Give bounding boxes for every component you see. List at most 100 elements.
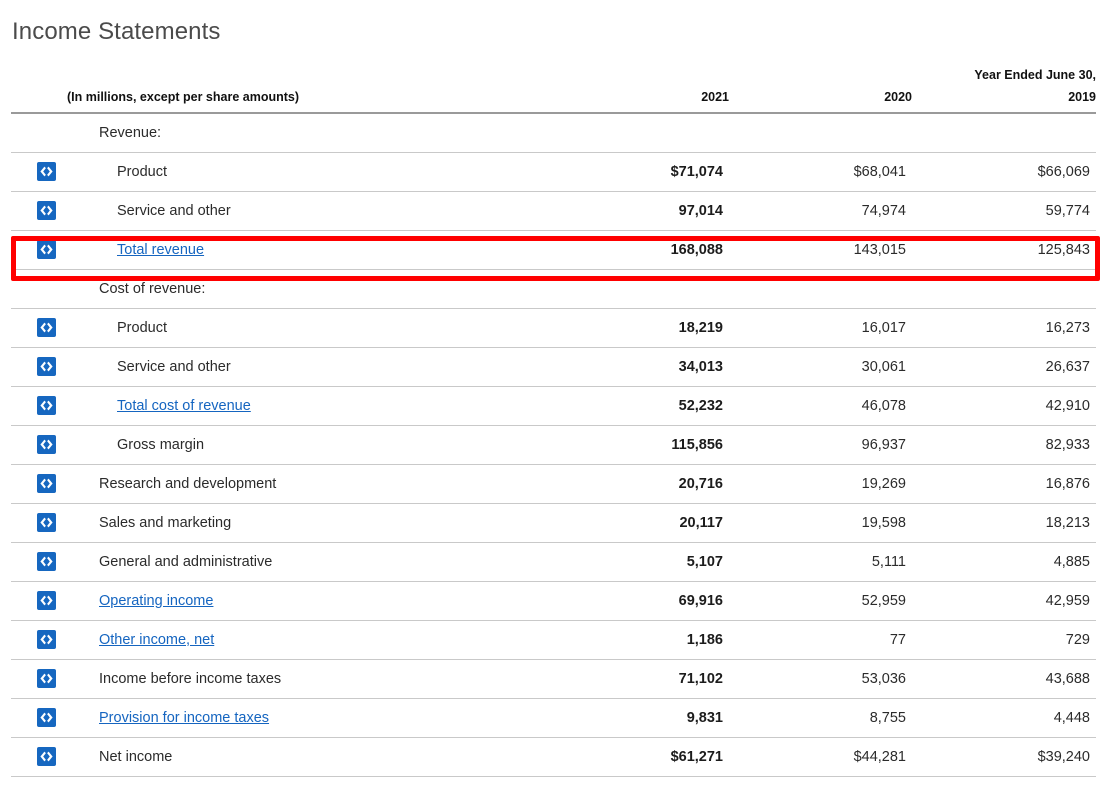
- row-value-2020: 5,111: [729, 542, 912, 581]
- row-value-2020: 96,937: [729, 425, 912, 464]
- row-icon-cell: [11, 191, 67, 230]
- row-value-2019: 16,876: [912, 464, 1096, 503]
- row-label-cell: Other income, net: [67, 620, 546, 659]
- spacer-cell: [11, 88, 67, 113]
- code-icon[interactable]: [37, 747, 56, 766]
- row-value-2019: $66,069: [912, 152, 1096, 191]
- row-label-cell: General and administrative: [67, 542, 546, 581]
- row-value-2020: 30,061: [729, 347, 912, 386]
- row-label[interactable]: Operating income: [99, 593, 213, 609]
- row-icon-cell: [11, 308, 67, 347]
- row-value-2021: 34,013: [546, 347, 729, 386]
- code-icon[interactable]: [37, 240, 56, 259]
- row-value-2021: 97,014: [546, 191, 729, 230]
- code-icon[interactable]: [37, 474, 56, 493]
- code-icon[interactable]: [37, 513, 56, 532]
- row-label: Product: [117, 320, 167, 336]
- column-header-2021: 2021: [546, 88, 729, 113]
- row-value-2020: [729, 113, 912, 152]
- row-value-2019: 82,933: [912, 425, 1096, 464]
- row-value-2020: $68,041: [729, 152, 912, 191]
- row-label: General and administrative: [99, 554, 272, 570]
- period-header-label: Year Ended June 30,: [912, 68, 1096, 88]
- income-statements-page: Income Statements Year Ended June 30, (I…: [0, 0, 1109, 789]
- code-icon[interactable]: [37, 708, 56, 727]
- code-icon[interactable]: [37, 591, 56, 610]
- table-row: Product$71,074$68,041$66,069: [11, 152, 1096, 191]
- row-value-2020: 16,017: [729, 308, 912, 347]
- table-row: Service and other97,01474,97459,774: [11, 191, 1096, 230]
- row-value-2020: 77: [729, 620, 912, 659]
- row-value-2019: 18,213: [912, 503, 1096, 542]
- row-value-2019: 59,774: [912, 191, 1096, 230]
- table-row: Service and other 34,01330,06126,637: [11, 347, 1096, 386]
- code-icon[interactable]: [37, 552, 56, 571]
- income-statement-table: Year Ended June 30, (In millions, except…: [11, 68, 1096, 777]
- code-icon[interactable]: [37, 435, 56, 454]
- code-icon[interactable]: [37, 396, 56, 415]
- row-value-2021: 52,232: [546, 386, 729, 425]
- table-row: Other income, net1,18677729: [11, 620, 1096, 659]
- table-row: Income before income taxes71,10253,03643…: [11, 659, 1096, 698]
- row-label: Revenue:: [99, 125, 161, 141]
- code-icon[interactable]: [37, 318, 56, 337]
- row-label[interactable]: Total cost of revenue: [117, 398, 251, 414]
- row-value-2019: 42,959: [912, 581, 1096, 620]
- row-label: Income before income taxes: [99, 671, 281, 687]
- table-row: Product18,21916,01716,273: [11, 308, 1096, 347]
- spacer-cell: [11, 68, 67, 88]
- code-icon[interactable]: [37, 201, 56, 220]
- row-label[interactable]: Provision for income taxes: [99, 710, 269, 726]
- row-value-2019: 42,910: [912, 386, 1096, 425]
- row-icon-cell: [11, 542, 67, 581]
- code-icon[interactable]: [37, 357, 56, 376]
- row-icon-cell: [11, 347, 67, 386]
- row-label-cell: Net income: [67, 737, 546, 776]
- table-body: Revenue:Product$71,074$68,041$66,069Serv…: [11, 113, 1096, 776]
- row-icon-cell: [11, 425, 67, 464]
- spacer-cell: [67, 68, 546, 88]
- code-icon[interactable]: [37, 162, 56, 181]
- row-value-2021: 69,916: [546, 581, 729, 620]
- row-label-cell: Sales and marketing: [67, 503, 546, 542]
- row-label: Research and development: [99, 476, 276, 492]
- income-statement-table-wrapper: Year Ended June 30, (In millions, except…: [0, 68, 1109, 777]
- row-icon-cell: [11, 581, 67, 620]
- row-label-cell: Income before income taxes: [67, 659, 546, 698]
- code-icon[interactable]: [37, 669, 56, 688]
- row-label-cell: Product: [67, 152, 546, 191]
- row-label-cell: Cost of revenue:: [67, 269, 546, 308]
- row-icon-cell: [11, 737, 67, 776]
- row-value-2020: 19,598: [729, 503, 912, 542]
- row-label-cell: Product: [67, 308, 546, 347]
- code-icon[interactable]: [37, 630, 56, 649]
- row-icon-cell: [11, 698, 67, 737]
- row-label: Service and other: [117, 359, 231, 375]
- row-value-2019: 26,637: [912, 347, 1096, 386]
- row-value-2020: 53,036: [729, 659, 912, 698]
- row-icon-cell: [11, 464, 67, 503]
- row-value-2021: 168,088: [546, 230, 729, 269]
- row-label[interactable]: Other income, net: [99, 632, 214, 648]
- row-value-2020: [729, 269, 912, 308]
- row-label[interactable]: Total revenue: [117, 242, 204, 258]
- row-value-2019: [912, 113, 1096, 152]
- row-value-2020: 74,974: [729, 191, 912, 230]
- row-value-2021: 115,856: [546, 425, 729, 464]
- row-icon-cell: [11, 386, 67, 425]
- row-value-2021: $61,271: [546, 737, 729, 776]
- table-row: Provision for income taxes9,8318,7554,44…: [11, 698, 1096, 737]
- table-row: Gross margin 115,85696,93782,933: [11, 425, 1096, 464]
- page-title: Income Statements: [0, 0, 1109, 46]
- table-row: Cost of revenue:: [11, 269, 1096, 308]
- row-label: Gross margin: [117, 437, 204, 453]
- row-value-2019: 43,688: [912, 659, 1096, 698]
- row-value-2021: [546, 113, 729, 152]
- column-header-2020: 2020: [729, 88, 912, 113]
- row-value-2021: $71,074: [546, 152, 729, 191]
- row-value-2019: [912, 269, 1096, 308]
- row-value-2021: 5,107: [546, 542, 729, 581]
- spacer-cell: [729, 68, 912, 88]
- row-value-2020: 143,015: [729, 230, 912, 269]
- row-label-cell: Total revenue: [67, 230, 546, 269]
